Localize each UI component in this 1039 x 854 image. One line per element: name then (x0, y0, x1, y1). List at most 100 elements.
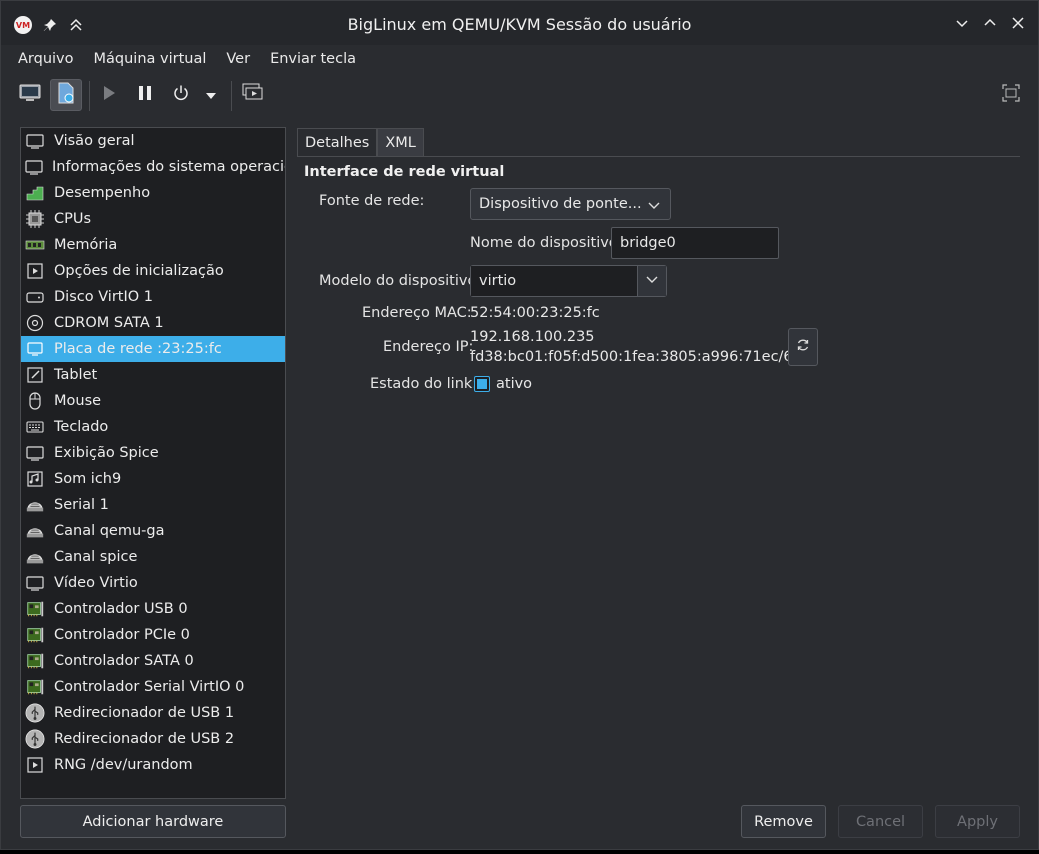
sidebar-item[interactable]: RNG /dev/urandom (21, 752, 285, 778)
device-model-label: Modelo do dispositivo: (319, 273, 482, 289)
sidebar-item-label: CPUs (54, 211, 92, 227)
sidebar-item[interactable]: Canal qemu-ga (21, 518, 285, 544)
monitor-icon (25, 131, 45, 151)
device-model-field[interactable]: virtio (471, 266, 637, 296)
menu-arquivo[interactable]: Arquivo (1, 45, 84, 73)
sidebar-item-label: Mouse (54, 393, 102, 409)
sidebar-item-label: Controlador Serial VirtIO 0 (54, 679, 245, 695)
pause-button[interactable] (129, 79, 161, 111)
vm-details-window: VM BigLinux em QEMU/KVM Sessão do usuári… (0, 0, 1039, 850)
sidebar-item[interactable]: Memória (21, 232, 285, 258)
sidebar-item[interactable]: Placa de rede :23:25:fc (21, 336, 285, 362)
sidebar-item-label: Placa de rede :23:25:fc (54, 341, 222, 357)
refresh-ip-button[interactable] (788, 328, 818, 366)
cpu-icon (25, 209, 45, 229)
cancel-button[interactable]: Cancel (838, 805, 923, 838)
power-icon (172, 84, 190, 106)
sidebar-item-label: CDROM SATA 1 (54, 315, 164, 331)
toolbar-separator (89, 81, 90, 111)
sidebar-item[interactable]: Disco VirtIO 1 (21, 284, 285, 310)
sidebar-item[interactable]: Teclado (21, 414, 285, 440)
sidebar-item[interactable]: Desempenho (21, 180, 285, 206)
minimize-icon[interactable] (954, 15, 970, 31)
sound-icon (25, 469, 45, 489)
sidebar-item[interactable]: Exibição Spice (21, 440, 285, 466)
console-button[interactable] (14, 79, 46, 111)
serial-icon (25, 521, 45, 541)
sidebar-item[interactable]: CDROM SATA 1 (21, 310, 285, 336)
display-icon (25, 443, 45, 463)
snapshots-button[interactable] (237, 79, 269, 111)
sidebar-item-label: Redirecionador de USB 2 (54, 731, 235, 747)
sidebar-item[interactable]: Controlador USB 0 (21, 596, 285, 622)
sidebar-item[interactable]: Informações do sistema operacional (21, 154, 285, 180)
sidebar-item-label: Opções de inicialização (54, 263, 224, 279)
link-state-value[interactable]: ativo (496, 376, 532, 392)
sidebar-item-label: Desempenho (54, 185, 151, 201)
maximize-icon[interactable] (982, 15, 998, 31)
hardware-list: Visão geral Informações do sistema operac… (20, 127, 286, 799)
keyboard-icon (25, 417, 45, 437)
sidebar-item[interactable]: Canal spice (21, 544, 285, 570)
tab-xml[interactable]: XML (377, 128, 424, 157)
section-title: Interface de rede virtual (304, 164, 505, 180)
sidebar-item[interactable]: Redirecionador de USB 1 (21, 700, 285, 726)
run-button[interactable] (93, 79, 125, 111)
close-icon[interactable] (1010, 15, 1026, 31)
mac-address-label: Endereço MAC: (362, 305, 472, 321)
memory-icon (25, 235, 45, 255)
window-controls (954, 15, 1026, 31)
device-model-dropdown-button[interactable] (637, 266, 666, 296)
link-state-checkbox[interactable] (474, 376, 490, 392)
sidebar-item[interactable]: CPUs (21, 206, 285, 232)
ip-v4-value: 192.168.100.235 (470, 329, 595, 345)
device-name-label: Nome do dispositivo: (470, 235, 623, 251)
sidebar-item[interactable]: Opções de inicialização (21, 258, 285, 284)
serial-icon (25, 547, 45, 567)
device-model-combo[interactable]: virtio (470, 265, 667, 297)
details-tabs: Detalhes XML (297, 128, 424, 157)
sidebar-item-label: Controlador USB 0 (54, 601, 188, 617)
usb-icon (25, 703, 45, 723)
sidebar-item-label: Canal qemu-ga (54, 523, 165, 539)
sidebar-item[interactable]: Mouse (21, 388, 285, 414)
link-state-label: Estado do link: (370, 376, 478, 392)
sidebar-item-label: Canal spice (54, 549, 138, 565)
apply-button[interactable]: Apply (935, 805, 1020, 838)
sidebar-item-label: Controlador SATA 0 (54, 653, 194, 669)
toolbar (1, 75, 1038, 115)
sidebar-item[interactable]: Controlador Serial VirtIO 0 (21, 674, 285, 700)
sidebar-item-label: Serial 1 (54, 497, 109, 513)
menu-ver[interactable]: Ver (216, 45, 260, 73)
details-button[interactable] (50, 79, 82, 111)
network-source-dropdown[interactable]: Dispositivo de ponte... (470, 188, 671, 220)
menu-enviar-tecla[interactable]: Enviar tecla (260, 45, 366, 73)
sidebar-item[interactable]: Redirecionador de USB 2 (21, 726, 285, 752)
sidebar-item[interactable]: Controlador PCIe 0 (21, 622, 285, 648)
ip-v6-value: fd38:bc01:f05f:d500:1fea:3805:a996:71ec/… (470, 349, 802, 365)
shutdown-menu-button[interactable] (197, 79, 225, 111)
sidebar-item[interactable]: Controlador SATA 0 (21, 648, 285, 674)
sidebar-item-label: Teclado (54, 419, 109, 435)
monitor-icon (25, 157, 43, 177)
sidebar-item[interactable]: Som ich9 (21, 466, 285, 492)
sidebar-item-label: Memória (54, 237, 118, 253)
network-source-label: Fonte de rede: (319, 193, 425, 209)
sidebar-item-label: Exibição Spice (54, 445, 159, 461)
fullscreen-button[interactable] (995, 79, 1027, 111)
shutdown-button[interactable] (165, 79, 197, 111)
sidebar-item[interactable]: Visão geral (21, 128, 285, 154)
details-icon (56, 82, 76, 108)
device-model-value: virtio (479, 273, 517, 289)
device-name-field[interactable]: bridge0 (611, 227, 779, 259)
menu-maquina-virtual[interactable]: Máquina virtual (84, 45, 217, 73)
sidebar-item[interactable]: Serial 1 (21, 492, 285, 518)
tab-divider (297, 156, 1020, 157)
network-icon (25, 339, 45, 359)
sidebar-item[interactable]: Tablet (21, 362, 285, 388)
add-hardware-button[interactable]: Adicionar hardware (20, 805, 286, 838)
sidebar-item[interactable]: Vídeo Virtio (21, 570, 285, 596)
remove-button[interactable]: Remove (741, 805, 826, 838)
tab-detalhes[interactable]: Detalhes (297, 128, 378, 157)
sidebar-item-label: Informações do sistema operacional (52, 159, 285, 175)
